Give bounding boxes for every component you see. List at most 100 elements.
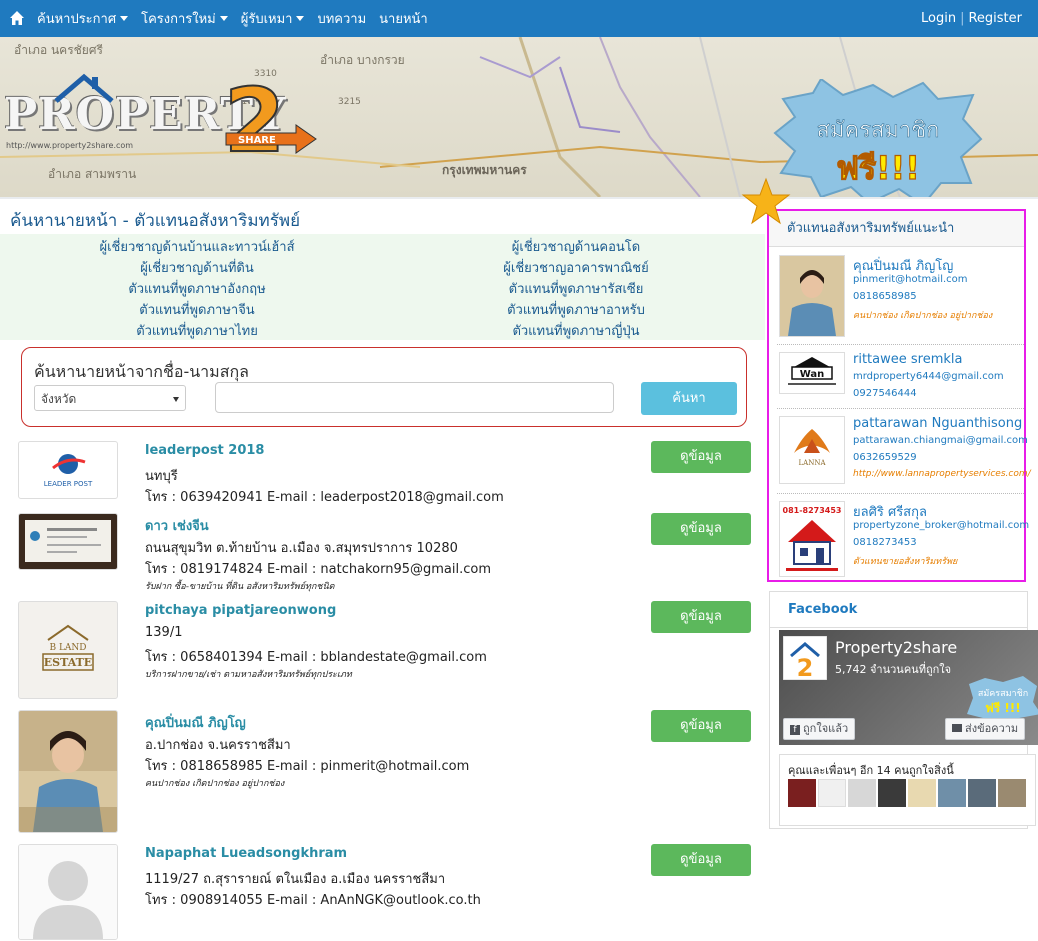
agent-photo[interactable] [18,844,118,940]
category-link[interactable]: ตัวแทนที่พูดภาษาไทย [136,320,258,341]
home-icon[interactable] [9,10,25,26]
category-link[interactable]: ผู้เชี่ยวชาญด้านที่ดิน [140,257,254,278]
friend-avatar[interactable] [998,779,1026,807]
category-link[interactable]: ตัวแทนที่พูดภาษารัสเซีย [509,278,644,299]
agent-name[interactable]: pitchaya pipatjareonwong [145,603,336,618]
view-details-button[interactable]: ดูข้อมูล [651,441,751,473]
recommended-agent-name[interactable]: pattarawan Nguanthisong [853,416,1022,431]
agent-address: ถนนสุขุมวิท ต.ท้ายบ้าน อ.เมือง จ.สมุทรปร… [145,541,458,556]
chevron-down-icon [120,16,129,21]
facebook-page-plugin[interactable]: 2 Property2share 5,742 จำนวนคนที่ถูกใจ ส… [779,630,1038,745]
recommended-agent-phone: 0927546444 [853,388,917,399]
recommended-title: ตัวแทนอสังหาริมทรัพย์แนะนำ [769,211,1024,247]
agent-address: นทบุรี [145,469,178,484]
agent-photo[interactable] [18,710,118,833]
category-link[interactable]: ผู้เชี่ยวชาญอาคารพาณิชย์ [503,257,648,278]
facebook-friends-text: คุณและเพื่อนๆ อีก 14 คนถูกใจสิ่งนี้ [788,764,954,777]
map-label: 3310 [254,69,277,79]
friend-avatar[interactable] [908,779,936,807]
province-select[interactable]: จังหวัด [34,385,186,411]
agent-portrait [19,711,117,832]
register-link[interactable]: Register [968,11,1022,26]
logo-two-emblem: 2 SHARE [223,81,317,161]
agent-name[interactable]: Napaphat Lueadsongkhram [145,846,347,861]
category-links: ผู้เชี่ยวชาญด้านบ้านและทาวน์เฮ้าส์ ผู้เช… [0,234,765,340]
category-link[interactable]: ตัวแทนที่พูดภาษาจีน [139,299,254,320]
agent-photo[interactable]: B LAND ESTATE [18,601,118,699]
wan-logo: Wan [780,353,844,393]
friend-avatar[interactable] [878,779,906,807]
view-details-button[interactable]: ดูข้อมูล [651,513,751,545]
menu-search-listings[interactable]: ค้นหาประกาศ [37,8,129,29]
agent-photo[interactable]: LEADER POST [18,441,118,499]
site-logo[interactable]: PROPERTY 2 SHARE http://www.property2sha… [4,73,317,161]
agent-note: บริการฝากขาย/เช่า ตามหาอสังหาริมทรัพย์ทุ… [145,670,352,680]
login-link[interactable]: Login [921,11,956,26]
agent-photo-text: ESTATE [44,656,92,669]
agent-contact: โทร : 0658401394 E-mail : bblandestate@g… [145,650,487,665]
estate-logo: B LAND ESTATE [42,624,94,671]
agent-name[interactable]: leaderpost 2018 [145,443,264,458]
agent-name[interactable]: ดาว เช่งจีน [145,515,209,536]
name-search-panel: ค้นหานายหน้าจากชื่อ-นามสกุล จังหวัด ค้นห… [21,347,747,427]
agent-address: 139/1 [145,625,183,640]
view-details-button[interactable]: ดูข้อมูล [651,601,751,633]
category-link[interactable]: ผู้เชี่ยวชาญด้านคอนโด [512,236,640,257]
signup-badge-line2: ฟรี!!! [836,149,920,187]
recommended-agent-name[interactable]: ยลศิริ ศรีสกุล [853,501,927,522]
facebook-liked-button[interactable]: f ถูกใจแล้ว [783,718,856,740]
friend-avatar[interactable] [788,779,816,807]
hero-banner: อำเภอ นครชัยศรี อำเภอ บางกรวย อำเภอ สามพ… [0,37,1038,197]
map-label: อำเภอ บางกรวย [320,53,405,67]
recommended-agent-item[interactable]: คุณปิ่นมณี ภิญโญ pinmerit@hotmail.com 08… [777,247,1024,345]
recommended-agent-name[interactable]: คุณปิ่นมณี ภิญโญ [853,255,953,276]
svg-text:B LAND: B LAND [49,643,86,653]
agent-photo[interactable] [18,513,118,570]
friend-avatar[interactable] [968,779,996,807]
menu-articles[interactable]: บทความ [317,8,366,29]
agent-name[interactable]: คุณปิ่นมณี ภิญโญ [145,712,246,733]
facebook-cover-text-2: ฟรี !!! [985,701,1021,715]
agent-photo-text: LEADER POST [44,480,93,488]
recommended-agent-photo[interactable]: LANNA [779,416,845,484]
recommended-agent-name[interactable]: rittawee sremkla [853,352,962,367]
page-title: ค้นหานายหน้า - ตัวแทนอสังหาริมทรัพย์ [10,211,301,231]
recommended-agent-item[interactable]: 081-8273453 ยลศิริ ศรีสกุล propertyzone_… [777,493,1029,578]
friend-avatar[interactable] [848,779,876,807]
signup-badge[interactable]: สมัครสมาชิก ฟรี!!! [773,79,983,197]
name-search-input[interactable] [215,382,614,413]
facebook-icon: f [790,725,800,735]
facebook-panel: Facebook 2 Property2share 5,742 จำนวนคนท… [769,591,1038,829]
chevron-down-icon [219,16,228,21]
search-button[interactable]: ค้นหา [641,382,737,415]
recommended-agent-item[interactable]: LANNA pattarawan Nguanthisong pattarawan… [777,408,1031,494]
category-link[interactable]: ตัวแทนที่พูดภาษาญี่ปุ่น [512,320,639,341]
view-details-button[interactable]: ดูข้อมูล [651,844,751,876]
recommended-agent-photo[interactable] [779,255,845,337]
facebook-message-button[interactable]: ส่งข้อความ [945,718,1026,740]
recommended-agent-email: propertyzone_broker@hotmail.com [853,520,1030,531]
menu-new-projects[interactable]: โครงการใหม่ [141,8,228,29]
recommended-agent-item[interactable]: Wan rittawee sremkla mrdproperty6444@gma… [777,344,1024,409]
view-details-button[interactable]: ดูข้อมูล [651,710,751,742]
facebook-cover-text-1: สมัครสมาชิก [978,688,1028,699]
menu-contractors[interactable]: ผู้รับเหมา [241,8,305,29]
recommended-agent-photo[interactable]: 081-8273453 [779,501,845,577]
recommended-agent-website[interactable]: http://www.lannapropertyservices.com/ [853,469,1031,479]
category-link[interactable]: ตัวแทนที่พูดภาษาอาหรับ [507,299,645,320]
category-link[interactable]: ผู้เชี่ยวชาญด้านบ้านและทาวน์เฮ้าส์ [99,236,294,257]
category-link[interactable]: ตัวแทนที่พูดภาษาอังกฤษ [128,278,265,299]
agent-contact: โทร : 0819174824 E-mail : natchakorn95@g… [145,562,491,577]
menu-agents[interactable]: นายหน้า [379,8,428,29]
recommended-agent-photo[interactable]: Wan [779,352,845,394]
friend-avatar[interactable] [938,779,966,807]
province-select-value: จังหวัด [41,392,77,406]
friend-avatar[interactable] [818,779,846,807]
chevron-down-icon [173,397,179,402]
recommended-agents-panel: ตัวแทนอสังหาริมทรัพย์แนะนำ คุณปิ่นมณี ภิ… [767,209,1031,582]
facebook-page-name[interactable]: Property2share [835,638,957,657]
svg-text:2: 2 [797,654,814,680]
agent-note: รับฝาก ซื้อ-ขายบ้าน ที่ดิน อสังหาริมทรัพ… [145,582,335,592]
logo-url: http://www.property2share.com [6,141,134,150]
map-label: 3215 [338,97,361,107]
